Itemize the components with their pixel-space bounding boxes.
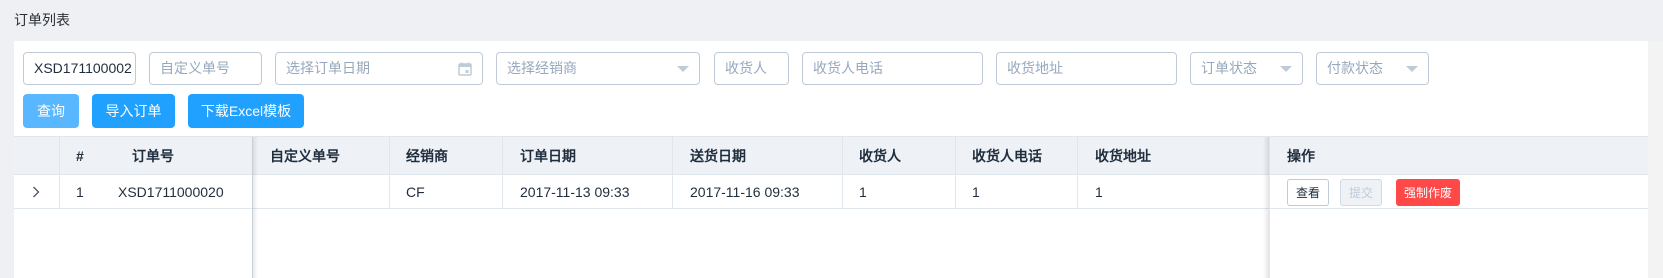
row-receiver: 1 — [859, 184, 867, 200]
column-divider — [502, 137, 503, 209]
receiver-phone-placeholder: 收货人电话 — [813, 60, 883, 76]
payment-status-select[interactable]: 付款状态 — [1316, 52, 1429, 85]
query-button[interactable]: 查询 — [23, 94, 79, 128]
table-row[interactable]: 1 XSD1711000020 CF 2017-11-13 09:33 2017… — [14, 176, 1648, 209]
receiver-address-input[interactable]: 收货地址 — [996, 52, 1177, 85]
row-order-date: 2017-11-13 09:33 — [520, 184, 630, 200]
fixed-column-shadow — [252, 137, 258, 278]
vertical-scrollbar[interactable] — [1648, 41, 1663, 278]
dealer-select[interactable]: 选择经销商 — [496, 52, 700, 85]
order-no-value: XSD171100002 — [34, 60, 132, 76]
caret-down-icon — [1406, 53, 1418, 84]
payment-status-placeholder: 付款状态 — [1327, 60, 1383, 76]
col-order-no-header: 订单号 — [132, 147, 174, 164]
column-divider — [842, 137, 843, 209]
page-title: 订单列表 — [14, 12, 70, 28]
custom-no-input[interactable]: 自定义单号 — [149, 52, 262, 85]
col-receiver-phone-header: 收货人电话 — [972, 147, 1042, 164]
row-dealer: CF — [406, 184, 425, 200]
order-list-card: XSD171100002 自定义单号 选择订单日期 选择经销商 收货人 收货人电… — [14, 41, 1648, 278]
submit-button[interactable]: 提交 — [1340, 179, 1382, 206]
col-receiver-header: 收货人 — [859, 147, 901, 164]
fixed-column-shadow — [1263, 137, 1269, 278]
column-divider — [1077, 137, 1078, 209]
row-index: 1 — [76, 184, 84, 200]
col-operations-header: 操作 — [1287, 147, 1315, 164]
order-no-input[interactable]: XSD171100002 — [23, 52, 136, 85]
force-void-button[interactable]: 强制作废 — [1396, 179, 1460, 206]
order-date-picker[interactable]: 选择订单日期 — [275, 52, 483, 85]
expand-chevron-icon[interactable] — [32, 176, 40, 208]
order-table: # 订单号 自定义单号 经销商 订单日期 送货日期 收货人 收货人电话 收货地址… — [14, 136, 1648, 278]
col-custom-no-header: 自定义单号 — [270, 147, 340, 164]
column-divider — [672, 137, 673, 209]
dealer-placeholder: 选择经销商 — [507, 60, 577, 76]
receiver-phone-input[interactable]: 收货人电话 — [802, 52, 983, 85]
calendar-icon — [458, 53, 472, 84]
custom-no-placeholder: 自定义单号 — [160, 60, 230, 76]
download-excel-template-button[interactable]: 下载Excel模板 — [188, 94, 304, 128]
row-order-no: XSD1711000020 — [118, 184, 224, 200]
col-receiver-address-header: 收货地址 — [1095, 147, 1151, 164]
row-receiver-address: 1 — [1095, 184, 1103, 200]
table-header: # 订单号 自定义单号 经销商 订单日期 送货日期 收货人 收货人电话 收货地址… — [14, 137, 1648, 175]
column-divider — [59, 137, 60, 209]
caret-down-icon — [1280, 53, 1292, 84]
row-receiver-phone: 1 — [972, 184, 980, 200]
col-delivery-date-header: 送货日期 — [690, 147, 746, 164]
col-order-date-header: 订单日期 — [520, 147, 576, 164]
order-status-select[interactable]: 订单状态 — [1190, 52, 1303, 85]
column-divider — [389, 137, 390, 209]
receiver-input[interactable]: 收货人 — [714, 52, 789, 85]
col-dealer-header: 经销商 — [406, 147, 448, 164]
view-button[interactable]: 查看 — [1287, 179, 1329, 206]
col-index-header: # — [76, 147, 84, 164]
column-divider — [1269, 137, 1270, 278]
receiver-placeholder: 收货人 — [725, 60, 767, 76]
caret-down-icon — [677, 53, 689, 84]
order-date-placeholder: 选择订单日期 — [286, 60, 370, 76]
receiver-address-placeholder: 收货地址 — [1007, 60, 1063, 76]
import-orders-button[interactable]: 导入订单 — [92, 94, 175, 128]
order-status-placeholder: 订单状态 — [1201, 60, 1257, 76]
row-delivery-date: 2017-11-16 09:33 — [690, 184, 800, 200]
column-divider — [955, 137, 956, 209]
